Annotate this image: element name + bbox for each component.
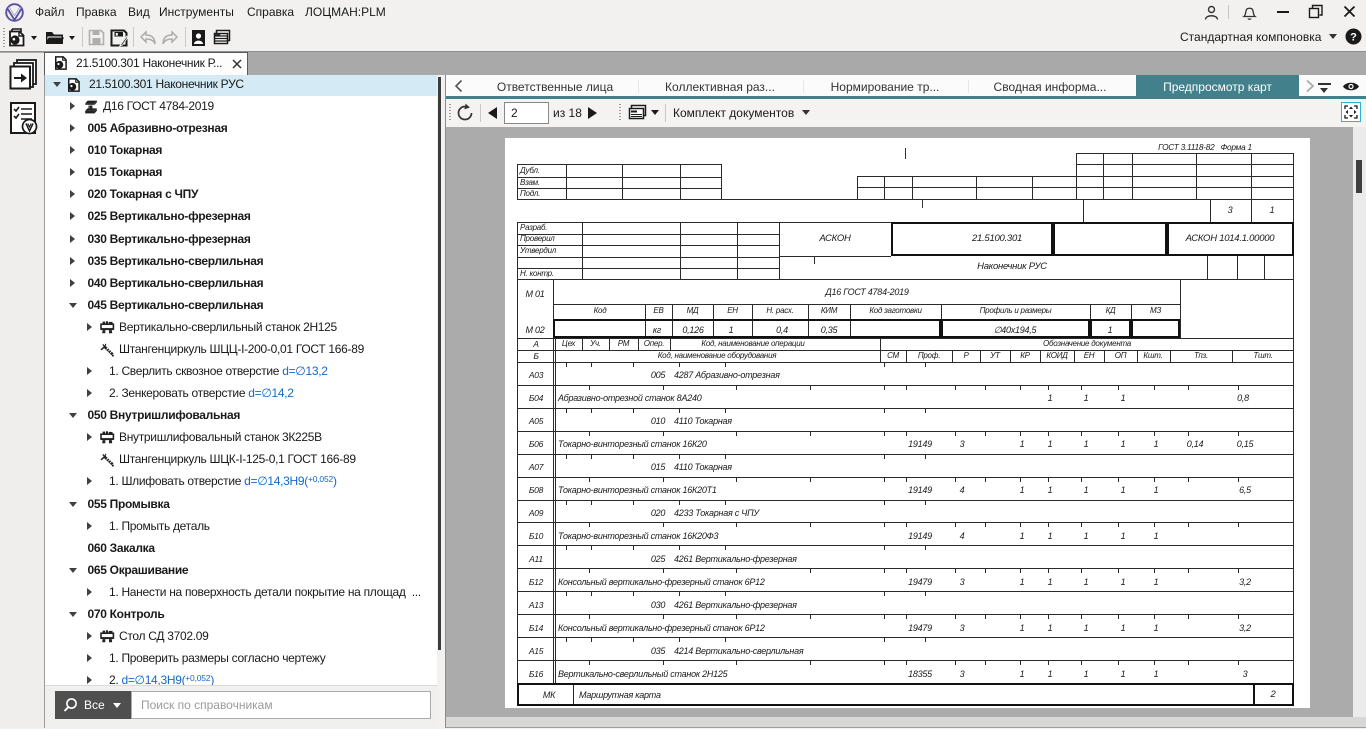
svg-text:?: ?: [1350, 32, 1357, 44]
